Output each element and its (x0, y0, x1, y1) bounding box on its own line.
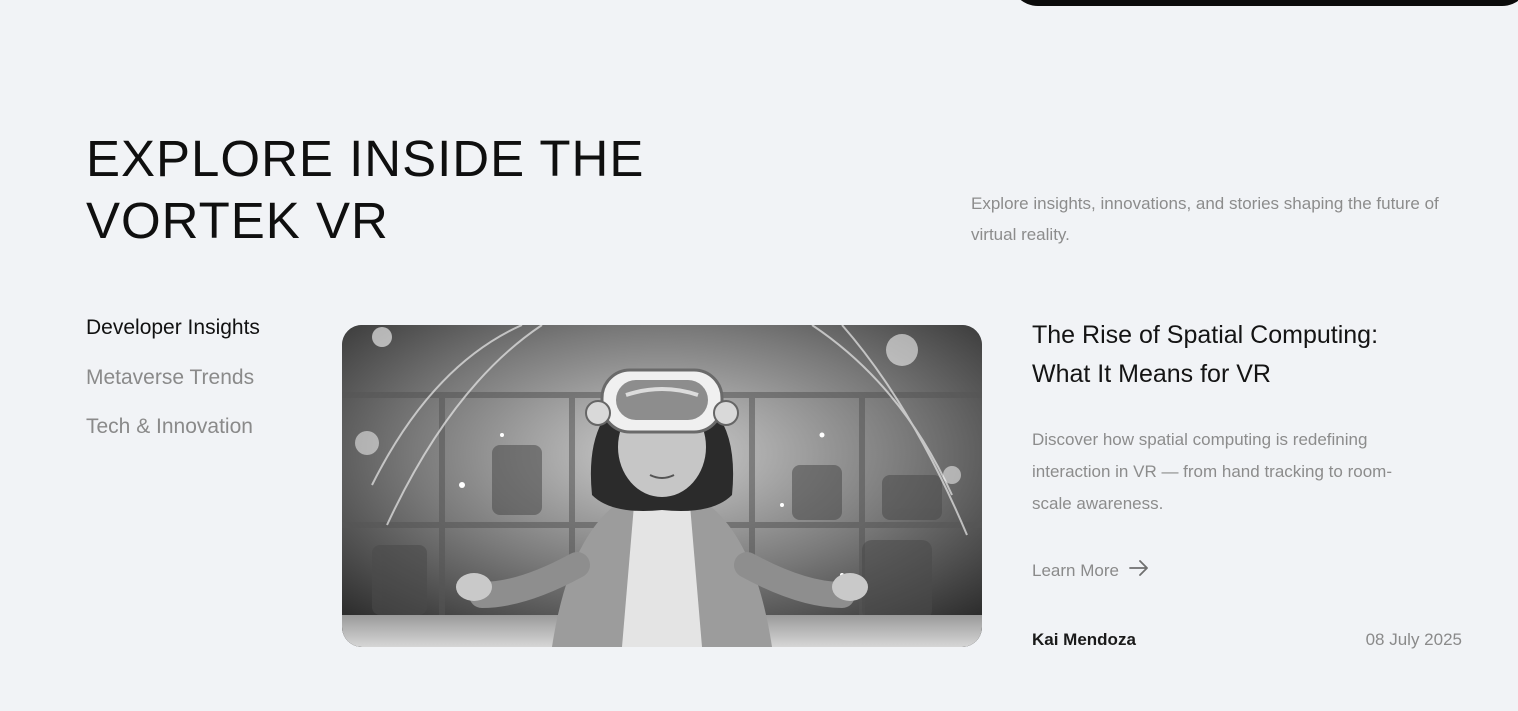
category-developer-insights[interactable]: Developer Insights (86, 316, 260, 340)
article-title[interactable]: The Rise of Spatial Computing: What It M… (1032, 316, 1462, 394)
page-title: EXPLORE INSIDE THE VORTEK VR (86, 128, 644, 252)
article-date: 08 July 2025 (1365, 630, 1462, 649)
page-title-line-2: VORTEK VR (86, 192, 389, 249)
page-title-line-1: EXPLORE INSIDE THE (86, 130, 645, 187)
category-metaverse-trends[interactable]: Metaverse Trends (86, 366, 260, 390)
article-title-line-2: What It Means for VR (1032, 360, 1271, 388)
top-nav-pill (1010, 0, 1518, 6)
article-title-line-1: The Rise of Spatial Computing: (1032, 321, 1379, 349)
category-list: Developer Insights Metaverse Trends Tech… (86, 316, 260, 465)
article-author: Kai Mendoza (1032, 630, 1136, 649)
featured-article-image[interactable] (342, 325, 982, 647)
learn-more-link[interactable]: Learn More (1032, 560, 1149, 581)
learn-more-label: Learn More (1032, 560, 1119, 580)
arrow-right-icon (1129, 560, 1149, 581)
vr-child-illustration (342, 325, 982, 647)
category-tech-innovation[interactable]: Tech & Innovation (86, 415, 260, 439)
hero-subtitle: Explore insights, innovations, and stori… (971, 194, 1439, 244)
article-description: Discover how spatial computing is redefi… (1032, 430, 1392, 513)
